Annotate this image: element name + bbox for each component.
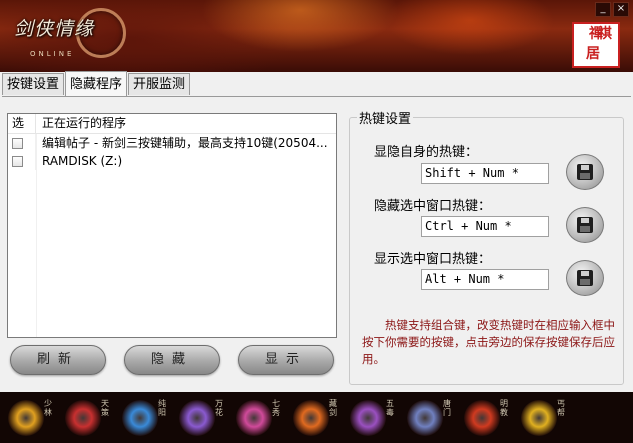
sect-emblem-icon (521, 399, 557, 436)
tab-hide-programs[interactable]: 隐藏程序 (65, 71, 128, 96)
list-item[interactable]: 编辑帖子 - 新剑三按键辅助，最高支持10键(20504... (8, 134, 336, 152)
app-logo: 剑侠情缘 (14, 18, 95, 40)
sect-emblem-icon (464, 399, 500, 436)
sect-name: 藏剑 (329, 398, 337, 417)
sect-emblem-icon (8, 399, 44, 436)
sect-emblem-icon (122, 399, 158, 436)
hide-hotkey-label: 隐藏选中窗口热键： (374, 199, 492, 214)
tab-key-settings[interactable]: 按键设置 (2, 73, 65, 95)
sect-emblem-icon (236, 399, 272, 436)
header-banner: 剑侠情缘 ONLINE 禪 祺 居 _ × (0, 0, 633, 72)
tab-server-monitor[interactable]: 开服监测 (128, 73, 191, 95)
sect-name: 五毒 (386, 398, 394, 417)
sect-emblem-icon (65, 399, 101, 436)
save-hide-hotkey-button[interactable] (566, 207, 604, 243)
sect-icon: 明教 (464, 397, 512, 439)
sect-icon: 天策 (65, 397, 113, 439)
show-button[interactable]: 显示 (238, 345, 334, 375)
floppy-disk-icon (577, 270, 593, 286)
tab-bar: 按键设置 隐藏程序 开服监测 (2, 71, 191, 97)
app-logo-subtitle: ONLINE (30, 50, 75, 58)
sect-icon: 丐帮 (521, 397, 569, 439)
sect-name: 天策 (101, 398, 109, 417)
column-header-program[interactable]: 正在运行的程序 (36, 114, 336, 133)
row-checkbox[interactable] (12, 155, 23, 167)
sect-name: 纯阳 (158, 398, 166, 417)
sect-icon-strip: 少林 天策 纯阳 万花 七秀 藏剑 五毒 唐门 明教 丐帮 (0, 392, 633, 443)
sect-emblem-icon (407, 399, 443, 436)
sect-icon: 七秀 (236, 397, 284, 439)
sect-name: 万花 (215, 398, 223, 417)
hide-hotkey-input[interactable]: Ctrl + Num * (421, 216, 549, 237)
sect-name: 七秀 (272, 398, 280, 417)
show-hotkey-label: 显示选中窗口热键： (374, 252, 492, 267)
hide-button[interactable]: 隐藏 (124, 345, 220, 375)
sect-icon: 纯阳 (122, 397, 170, 439)
list-item[interactable]: RAMDISK (Z:) (8, 152, 336, 170)
sect-emblem-icon (293, 399, 329, 436)
sect-emblem-icon (350, 399, 386, 436)
process-name: 编辑帖子 - 新剑三按键辅助，最高支持10键(20504... (42, 136, 328, 150)
self-hotkey-label: 显隐自身的热键： (374, 145, 479, 160)
column-header-select[interactable]: 选 (8, 114, 36, 133)
seal-char-3: 居 (586, 46, 600, 62)
sect-name: 少林 (44, 398, 52, 417)
column-divider (36, 134, 37, 337)
sect-icon: 少林 (8, 397, 56, 439)
seal-char-2: 祺 (598, 26, 612, 42)
sect-name: 唐门 (443, 398, 451, 417)
floppy-disk-icon (577, 164, 593, 180)
sect-emblem-icon (179, 399, 215, 436)
window-controls: _ × (595, 2, 629, 17)
sect-icon: 万花 (179, 397, 227, 439)
minimize-button[interactable]: _ (595, 2, 611, 17)
hotkey-group-title: 热键设置 (357, 108, 414, 127)
tab-panel-border (2, 96, 631, 97)
self-hotkey-input[interactable]: Shift + Num * (421, 163, 549, 184)
sect-icon: 藏剑 (293, 397, 341, 439)
sect-name: 明教 (500, 398, 508, 417)
refresh-button[interactable]: 刷新 (10, 345, 106, 375)
close-button[interactable]: × (613, 2, 629, 17)
show-hotkey-input[interactable]: Alt + Num * (421, 269, 549, 290)
process-list[interactable]: 选 正在运行的程序 编辑帖子 - 新剑三按键辅助，最高支持10键(20504..… (7, 113, 337, 338)
seal-stamp: 禪 祺 居 (572, 22, 620, 68)
sect-name: 丐帮 (557, 398, 565, 417)
row-checkbox[interactable] (12, 137, 23, 149)
save-show-hotkey-button[interactable] (566, 260, 604, 296)
sect-icon: 五毒 (350, 397, 398, 439)
process-name: RAMDISK (Z:) (42, 154, 123, 168)
floppy-disk-icon (577, 217, 593, 233)
sect-icon: 唐门 (407, 397, 455, 439)
list-header: 选 正在运行的程序 (8, 114, 336, 134)
hotkey-help-note: 热键支持组合键，改变热键时在相应输入框中按下你需要的按键，点击旁边的保存按键保存… (362, 318, 615, 366)
save-self-hotkey-button[interactable] (566, 154, 604, 190)
